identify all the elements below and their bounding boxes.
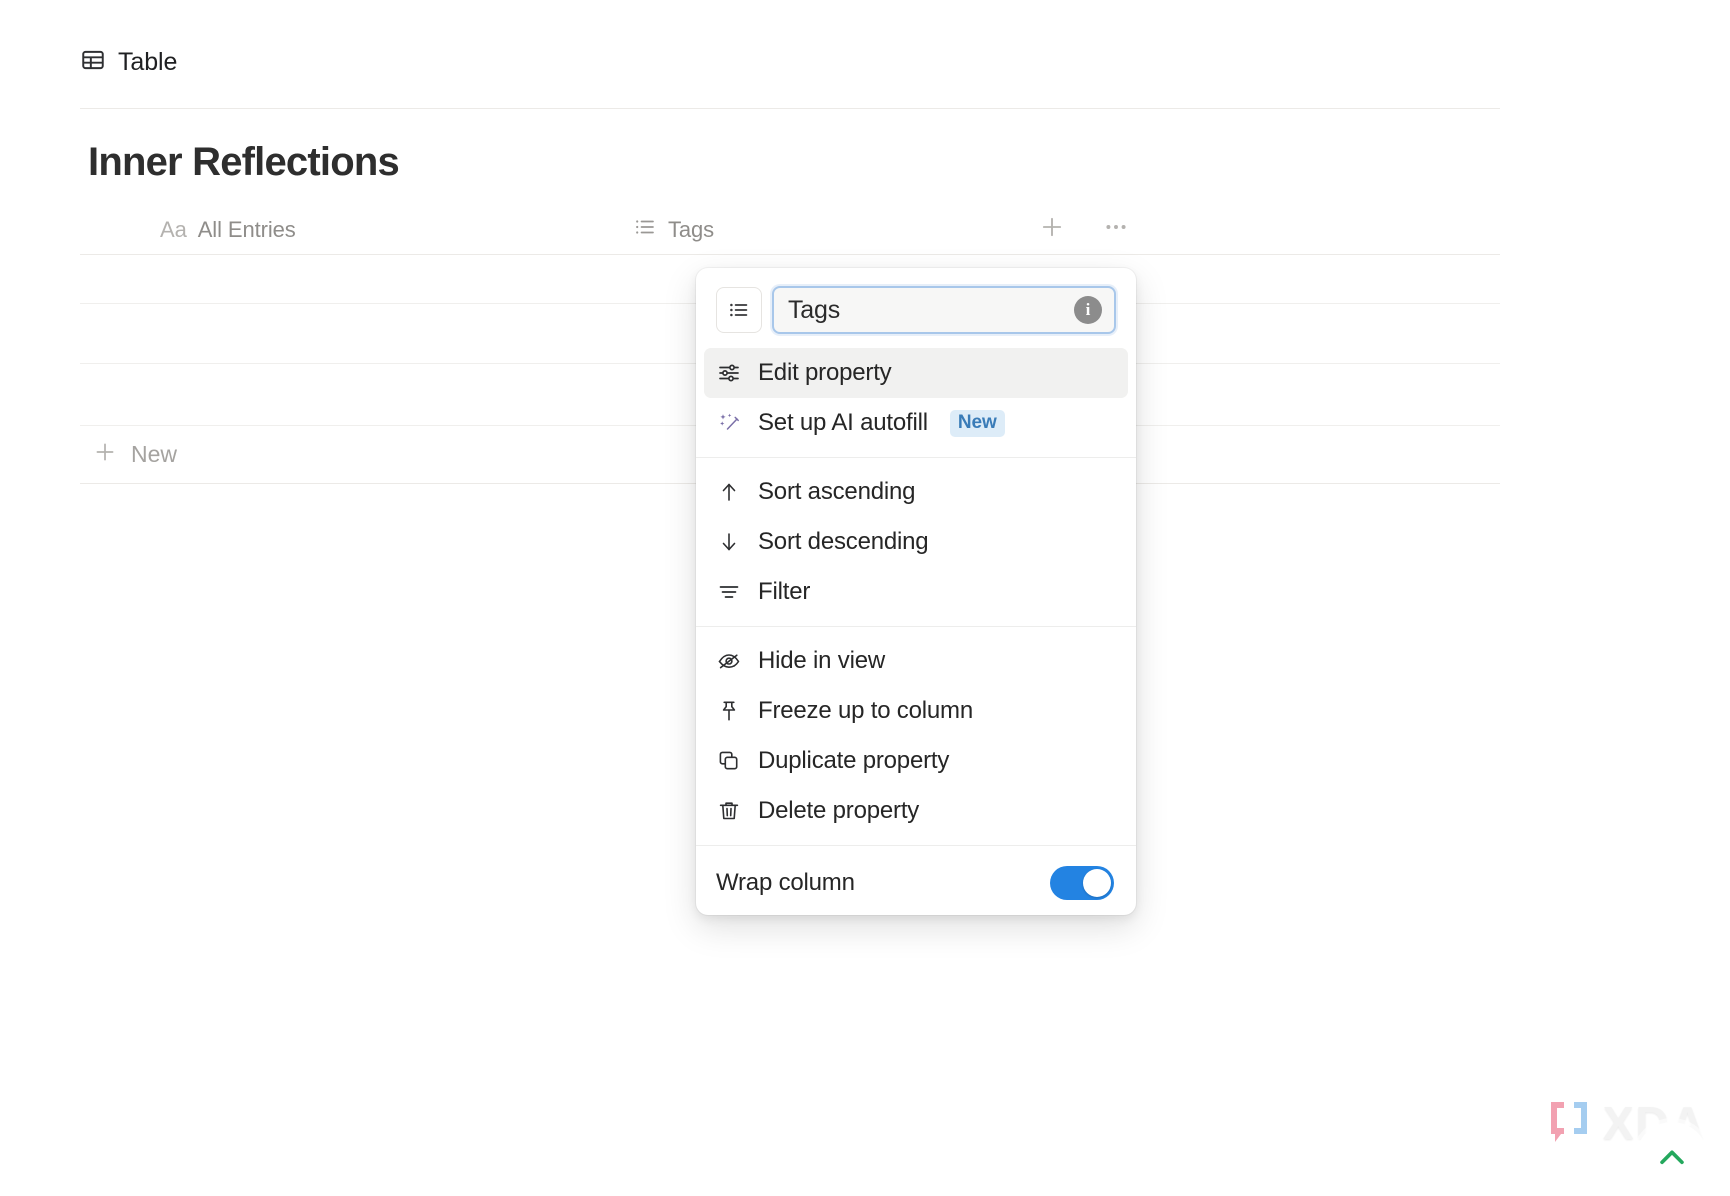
table-header-row: Aa All Entries Tags [80, 205, 1500, 255]
pin-icon [716, 698, 742, 724]
menu-item-sort-descending[interactable]: Sort descending [704, 517, 1128, 567]
multi-select-icon [633, 215, 657, 245]
property-menu-panel: Tags i Edit property Set up AI autofill … [696, 268, 1136, 915]
sliders-icon [716, 360, 742, 386]
app-root: Table Inner Reflections Aa All Entries T… [0, 0, 1730, 1196]
page-title: Inner Reflections [88, 140, 400, 184]
property-type-button[interactable] [716, 287, 762, 333]
view-bar-divider [80, 108, 1500, 109]
menu-item-wrap-column[interactable]: Wrap column [696, 851, 1136, 915]
column-header-all-entries[interactable]: Aa All Entries [80, 205, 633, 254]
ellipsis-icon[interactable] [1102, 213, 1130, 246]
menu-item-setup-ai-autofill[interactable]: Set up AI autofill New [704, 398, 1128, 448]
trash-icon [716, 798, 742, 824]
property-name-value: Tags [788, 295, 841, 324]
plus-icon[interactable] [1038, 213, 1066, 246]
menu-item-duplicate-property[interactable]: Duplicate property [704, 736, 1128, 786]
table-header-actions [1038, 213, 1130, 246]
menu-divider [696, 626, 1136, 627]
view-tab-table[interactable]: Table [80, 42, 177, 82]
new-row-label: New [131, 441, 178, 467]
duplicate-icon [716, 748, 742, 774]
magic-wand-icon [716, 410, 742, 436]
property-name-input[interactable]: Tags i [772, 286, 1116, 334]
column-header-label: Tags [668, 216, 715, 242]
arrow-down-icon [716, 529, 742, 555]
menu-item-edit-property[interactable]: Edit property [704, 348, 1128, 398]
menu-item-label: Freeze up to column [758, 697, 973, 724]
title-text-icon: Aa [160, 216, 187, 242]
column-header-tags[interactable]: Tags [633, 205, 1016, 254]
toggle-knob [1083, 869, 1111, 897]
filter-icon [716, 579, 742, 605]
menu-item-hide-in-view[interactable]: Hide in view [704, 636, 1128, 686]
property-menu-header: Tags i [696, 268, 1136, 344]
menu-item-label: Duplicate property [758, 747, 950, 774]
watermark: XDA [1547, 1096, 1708, 1194]
menu-divider [696, 845, 1136, 846]
menu-item-label: Set up AI autofill [758, 409, 928, 436]
menu-divider [696, 457, 1136, 458]
scroll-to-top-button[interactable] [1636, 1122, 1708, 1194]
info-icon[interactable]: i [1074, 296, 1102, 324]
menu-item-label: Hide in view [758, 647, 885, 674]
menu-item-label: Sort descending [758, 528, 929, 555]
eye-off-icon [716, 648, 742, 674]
wrap-column-toggle[interactable] [1050, 866, 1114, 900]
plus-icon [92, 439, 118, 471]
menu-group-column-actions: Hide in view Freeze up to column Duplica… [696, 632, 1136, 840]
arrow-up-icon [716, 479, 742, 505]
menu-item-filter[interactable]: Filter [704, 567, 1128, 617]
menu-group-edit: Edit property Set up AI autofill New [696, 344, 1136, 452]
menu-item-sort-ascending[interactable]: Sort ascending [704, 467, 1128, 517]
xda-bracket-logo [1547, 1098, 1591, 1149]
menu-item-label: Edit property [758, 359, 892, 386]
table-icon [80, 47, 106, 78]
menu-item-label: Delete property [758, 797, 920, 824]
view-tab-label: Table [118, 47, 178, 76]
menu-item-label: Filter [758, 578, 811, 605]
menu-item-label: Sort ascending [758, 478, 916, 505]
column-header-label: All Entries [197, 216, 296, 242]
menu-group-sort-filter: Sort ascending Sort descending Filter [696, 463, 1136, 621]
status-badge-new: New [949, 409, 1005, 437]
menu-item-delete-property[interactable]: Delete property [704, 786, 1128, 836]
menu-item-freeze-up-to-column[interactable]: Freeze up to column [704, 686, 1128, 736]
wrap-column-label: Wrap column [716, 869, 855, 896]
